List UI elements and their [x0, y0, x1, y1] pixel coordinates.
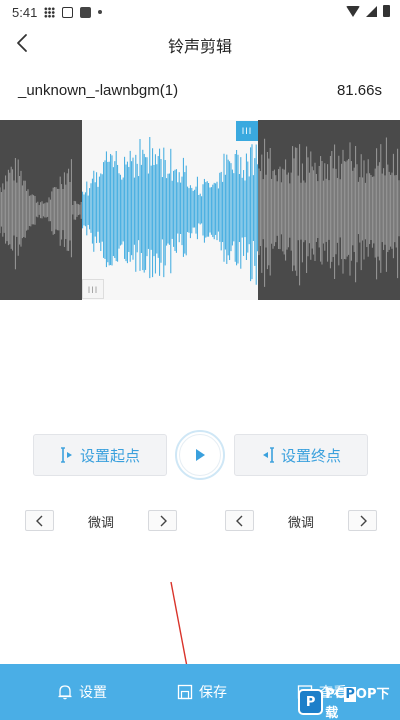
end-fine-tune: 微调 — [225, 510, 377, 532]
set-start-label: 设置起点 — [79, 447, 140, 465]
end-marker-icon — [262, 447, 274, 463]
chevron-right-icon — [360, 515, 367, 526]
header: 铃声剪辑 — [0, 24, 400, 62]
set-start-button[interactable]: 设置起点 — [33, 434, 167, 476]
file-name: _unknown_-lawnbgm(1) — [18, 82, 179, 99]
chevron-left-icon — [235, 515, 242, 526]
battery-icon — [383, 5, 390, 17]
start-tune-prev-button[interactable] — [25, 510, 54, 531]
status-bar: 5:41 — [0, 0, 400, 24]
end-tune-label: 微调 — [287, 515, 314, 530]
page-title: 铃声剪辑 — [167, 39, 232, 56]
status-time: 5:41 — [12, 4, 38, 20]
settings-button[interactable]: 设置 — [56, 664, 107, 720]
start-tune-label: 微调 — [87, 515, 114, 530]
watermark-badge: P — [298, 689, 324, 715]
waveform-graphic[interactable] — [0, 120, 400, 300]
start-marker-icon — [60, 447, 72, 463]
signal-icon — [366, 5, 377, 17]
waveform-editor[interactable] — [0, 120, 400, 300]
watermark-text: PCPOP下载 — [325, 687, 390, 720]
start-tune-next-button[interactable] — [148, 510, 177, 531]
apps-grid-icon — [44, 6, 56, 18]
end-tune-prev-button[interactable] — [225, 510, 254, 531]
settings-label: 设置 — [79, 684, 107, 700]
wifi-icon — [346, 5, 360, 17]
chevron-right-icon — [160, 515, 167, 526]
set-end-button[interactable]: 设置终点 — [234, 434, 368, 476]
file-info-row: _unknown_-lawnbgm(1) 81.66s — [18, 82, 382, 104]
play-icon — [196, 449, 205, 461]
notification-icon — [62, 6, 74, 18]
more-dot-icon — [98, 10, 103, 14]
app-icon — [80, 6, 92, 18]
selection-end-handle[interactable]: III — [236, 121, 258, 141]
bell-icon — [58, 685, 72, 700]
save-icon — [177, 684, 193, 700]
chevron-left-icon — [35, 515, 42, 526]
selection-start-handle[interactable]: III — [82, 279, 104, 299]
start-fine-tune: 微调 — [25, 510, 177, 532]
save-button[interactable]: 保存 — [176, 664, 227, 720]
end-tune-next-button[interactable] — [348, 510, 377, 531]
watermark-logo: P PCPOP下载 — [298, 687, 400, 720]
file-duration: 81.66s — [336, 82, 382, 99]
play-button[interactable] — [175, 430, 225, 480]
set-end-label: 设置终点 — [280, 447, 341, 465]
save-label: 保存 — [199, 684, 227, 700]
